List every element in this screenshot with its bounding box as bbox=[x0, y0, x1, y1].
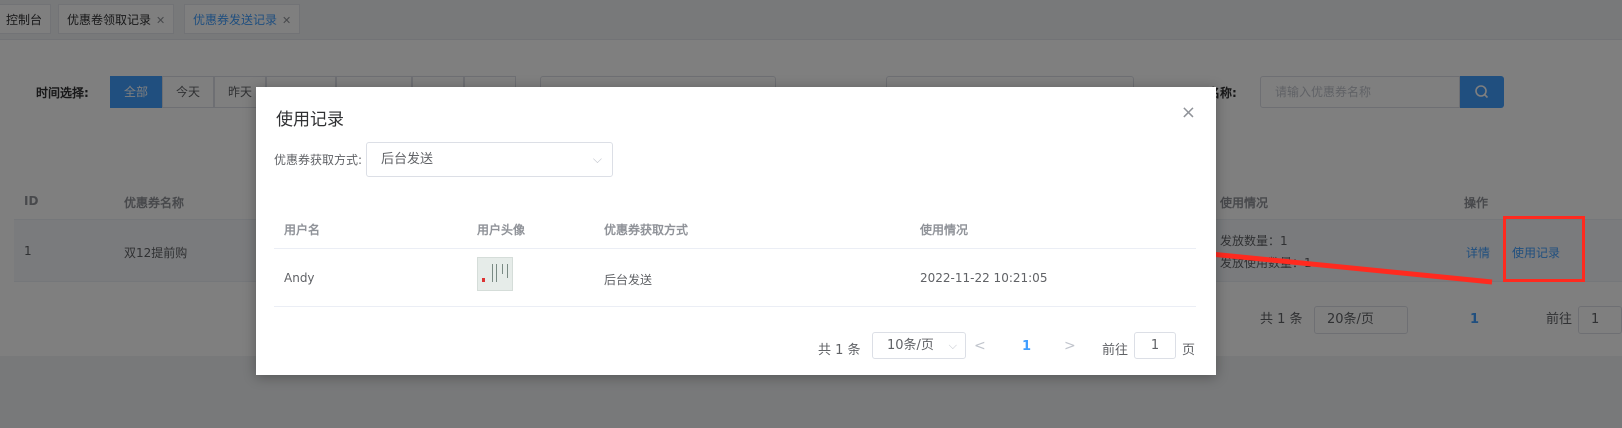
usage-records-dialog: 使用记录 × 优惠券获取方式: 后台发送 ⌵ 用户名 用户头像 优惠券获取方式 … bbox=[256, 87, 1216, 375]
chevron-down-icon: ⌵ bbox=[592, 152, 602, 166]
cell-usage-time: 2022-11-22 10:21:05 bbox=[920, 271, 1048, 285]
chevron-down-icon: ⌵ bbox=[948, 339, 957, 352]
header-username: 用户名 bbox=[284, 223, 321, 237]
close-icon[interactable]: × bbox=[1181, 104, 1196, 122]
avatar bbox=[477, 257, 513, 291]
page-number[interactable]: 1 bbox=[1022, 339, 1031, 354]
select-value: 后台发送 bbox=[381, 152, 434, 167]
table-row: Andy 后台发送 2022-11-22 10:21:05 bbox=[274, 249, 1196, 307]
goto-value: 1 bbox=[1150, 338, 1160, 353]
page-unit-label: 页 bbox=[1182, 343, 1196, 358]
page-size-value: 10条/页 bbox=[887, 338, 934, 353]
goto-page-input[interactable]: 1 bbox=[1134, 332, 1176, 359]
page-size-select[interactable]: 10条/页 ⌵ bbox=[872, 332, 966, 359]
header-usage: 使用情况 bbox=[920, 223, 969, 237]
pager-total: 共 1 条 bbox=[818, 343, 861, 358]
chevron-left-icon[interactable]: < bbox=[974, 338, 986, 354]
dialog-table-header: 用户名 用户头像 优惠券获取方式 使用情况 bbox=[274, 207, 1196, 249]
annotation-highlight-box bbox=[1503, 216, 1585, 282]
acquisition-method-select[interactable]: 后台发送 ⌵ bbox=[366, 142, 613, 177]
goto-label: 前往 bbox=[1102, 343, 1129, 358]
cell-username: Andy bbox=[284, 271, 315, 285]
header-avatar: 用户头像 bbox=[477, 223, 526, 237]
cell-acquisition-method: 后台发送 bbox=[604, 273, 653, 287]
chevron-right-icon[interactable]: > bbox=[1064, 338, 1076, 354]
acquisition-method-label: 优惠券获取方式: bbox=[274, 153, 363, 167]
header-acquisition-method: 优惠券获取方式 bbox=[604, 223, 689, 237]
dialog-title: 使用记录 bbox=[276, 110, 344, 130]
